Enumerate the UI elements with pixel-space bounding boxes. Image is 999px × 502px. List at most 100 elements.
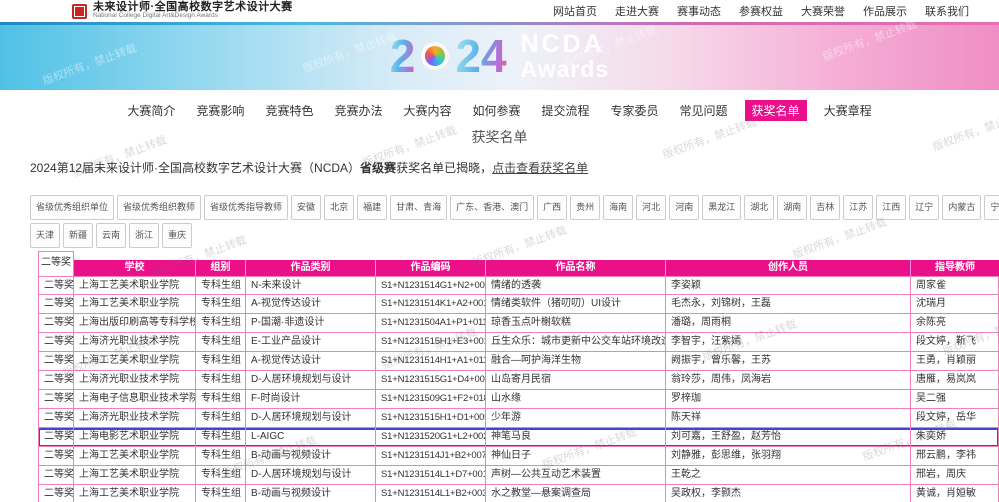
filter-tab[interactable]: 海南 xyxy=(603,195,633,220)
topnav-link[interactable]: 联系我们 xyxy=(925,3,969,19)
table-row[interactable]: 二等奖上海电影艺术职业学院专科生组L-AIGCS1+N1231520G1+L2+… xyxy=(38,428,999,447)
subnav-item[interactable]: 竞赛办法 xyxy=(330,100,386,121)
topnav-link[interactable]: 走进大赛 xyxy=(615,3,659,19)
cell-group: 专科生组 xyxy=(196,390,246,409)
topnav-link[interactable]: 作品展示 xyxy=(863,3,907,19)
cell-group: 专科生组 xyxy=(196,447,246,466)
subnav-item[interactable]: 提交流程 xyxy=(538,100,594,121)
table-row[interactable]: 二等奖上海工艺美术职业学院专科生组B-动画与视频设计S1+N1231514J1+… xyxy=(38,447,999,466)
cell-code: S1+N1231514L1+B2+003 xyxy=(376,485,486,502)
filter-tab[interactable]: 湖北 xyxy=(744,195,774,220)
filter-tab[interactable]: 重庆 xyxy=(162,223,192,248)
topnav-link[interactable]: 大赛荣誉 xyxy=(801,3,845,19)
filter-tab[interactable]: 甘肃、青海 xyxy=(390,195,447,220)
topnav-link[interactable]: 赛事动态 xyxy=(677,3,721,19)
table-row[interactable]: 二等奖上海工艺美术职业学院专科生组B-动画与视频设计S1+N1231514L1+… xyxy=(38,485,999,502)
cell-award: 二等奖 xyxy=(38,352,74,371)
cell-name: 山岛寄月民宿 xyxy=(486,371,666,390)
cell-school: 上海工艺美术职业学院 xyxy=(74,295,196,314)
subnav-item[interactable]: 获奖名单 xyxy=(745,100,807,121)
filter-tab[interactable]: 黑龙江 xyxy=(702,195,741,220)
announcement-bold: 省级赛 xyxy=(360,161,396,175)
cell-code: S1+N1231509G1+F2+018 xyxy=(376,390,486,409)
subnav-item[interactable]: 大赛内容 xyxy=(399,100,455,121)
filter-tab[interactable]: 省级优秀组织教师 xyxy=(117,195,201,220)
topnav-link[interactable]: 网站首页 xyxy=(553,3,597,19)
cell-advisor: 黄诚，肖姮敏 xyxy=(911,485,999,502)
banner-art: 2 24 NCDA Awards xyxy=(0,22,999,90)
cell-creators: 阙振宇，曾乐馨，王苏 xyxy=(666,352,911,371)
filter-tab[interactable]: 吉林 xyxy=(810,195,840,220)
cell-creators: 毛杰永，刘锦树，王磊 xyxy=(666,295,911,314)
cell-school: 上海工艺美术职业学院 xyxy=(74,447,196,466)
filter-tab[interactable]: 广东、香港、澳门 xyxy=(450,195,534,220)
announcement-middle: 获奖名单已揭晓， xyxy=(396,161,492,175)
filter-tab[interactable]: 省级优秀指导教师 xyxy=(204,195,288,220)
filter-tab[interactable]: 宁夏 xyxy=(984,195,999,220)
cell-creators: 李姿颖 xyxy=(666,276,911,295)
header-category: 作品类别 xyxy=(246,260,376,276)
subnav-item[interactable]: 常见问题 xyxy=(676,100,732,121)
cell-code: S1+N1231514L1+D7+001 xyxy=(376,466,486,485)
subnav-item[interactable]: 大赛简介 xyxy=(123,100,179,121)
subnav-item[interactable]: 如何参赛 xyxy=(468,100,524,121)
subnav-item[interactable]: 大赛章程 xyxy=(820,100,876,121)
cell-code: S1+N1231520G1+L2+002 xyxy=(376,428,486,447)
table-row[interactable]: 二等奖上海济光职业技术学院专科生组D-人居环境规划与设计S1+N1231515G… xyxy=(38,371,999,390)
filter-tab[interactable]: 新疆 xyxy=(63,223,93,248)
header-code: 作品编码 xyxy=(376,260,486,276)
table-row[interactable]: 二等奖上海工艺美术职业学院专科生组D-人居环境规划与设计S1+N1231514L… xyxy=(38,466,999,485)
announcement-prefix: 2024第12届未来设计师·全国高校数字艺术设计大赛（NCDA） xyxy=(30,161,360,175)
table-row[interactable]: 二等奖上海济光职业技术学院专科生组D-人居环境规划与设计S1+N1231515H… xyxy=(38,409,999,428)
header-creators: 创作人员 xyxy=(666,260,911,276)
filter-tab[interactable]: 河北 xyxy=(636,195,666,220)
filter-row1: 省级优秀组织单位省级优秀组织教师省级优秀指导教师安徽北京福建甘肃、青海广东、香港… xyxy=(30,195,995,220)
cell-award: 二等奖 xyxy=(38,276,74,295)
cell-award: 二等奖 xyxy=(38,295,74,314)
sub-nav: 大赛简介竞赛影响竞赛特色竞赛办法大赛内容如何参赛提交流程专家委员常见问题获奖名单… xyxy=(0,101,999,120)
filter-tab[interactable]: 广西 xyxy=(537,195,567,220)
filter-tab[interactable]: 江西 xyxy=(876,195,906,220)
header-advisor: 指导教师 xyxy=(911,260,999,276)
subnav-item[interactable]: 竞赛特色 xyxy=(261,100,317,121)
subnav-item[interactable]: 竞赛影响 xyxy=(192,100,248,121)
cell-creators: 罗梓珈 xyxy=(666,390,911,409)
filter-tab[interactable]: 贵州 xyxy=(570,195,600,220)
cell-category: A-视觉传达设计 xyxy=(246,295,376,314)
filter-tab[interactable]: 安徽 xyxy=(291,195,321,220)
table-row[interactable]: 二等奖上海工艺美术职业学院专科生组A-视觉传达设计S1+N1231514H1+A… xyxy=(38,352,999,371)
cell-group: 专科生组 xyxy=(196,295,246,314)
cell-name: 丘生众乐：城市更新中公交车站环境改造 xyxy=(486,333,666,352)
table-row[interactable]: 二等奖上海电子信息职业技术学院专科生组F-时尚设计S1+N1231509G1+F… xyxy=(38,390,999,409)
filter-tab[interactable]: 北京 xyxy=(324,195,354,220)
table-row[interactable]: 二等奖上海工艺美术职业学院专科生组A-视觉传达设计S1+N1231514K1+A… xyxy=(38,295,999,314)
cell-category: N-未来设计 xyxy=(246,276,376,295)
filter-tab[interactable]: 福建 xyxy=(357,195,387,220)
filter-tab[interactable]: 湖南 xyxy=(777,195,807,220)
filter-tab[interactable]: 河南 xyxy=(669,195,699,220)
cell-advisor: 邢岩，周庆 xyxy=(911,466,999,485)
cell-school: 上海工艺美术职业学院 xyxy=(74,485,196,502)
banner-subtitle: Awards xyxy=(521,57,610,81)
filter-tab[interactable]: 江苏 xyxy=(843,195,873,220)
ncda-logo-seal-icon xyxy=(72,4,87,19)
table-row[interactable]: 二等奖上海济光职业技术学院专科生组E-工业产品设计S1+N1231515H1+E… xyxy=(38,333,999,352)
cell-group: 专科生组 xyxy=(196,314,246,333)
filter-tab[interactable]: 内蒙古 xyxy=(942,195,981,220)
cell-creators: 李智宇，汪紫嫣 xyxy=(666,333,911,352)
cell-category: D-人居环境规划与设计 xyxy=(246,409,376,428)
filter-tab[interactable]: 云南 xyxy=(96,223,126,248)
cell-creators: 王乾之 xyxy=(666,466,911,485)
topnav-link[interactable]: 参赛权益 xyxy=(739,3,783,19)
filter-tab[interactable]: 浙江 xyxy=(129,223,159,248)
view-awards-link[interactable]: 点击查看获奖名单 xyxy=(492,161,588,175)
header-group: 组别 xyxy=(196,260,246,276)
filter-tab[interactable]: 辽宁 xyxy=(909,195,939,220)
banner-title: NCDA xyxy=(521,31,610,57)
subnav-item[interactable]: 专家委员 xyxy=(607,100,663,121)
cell-group: 专科生组 xyxy=(196,409,246,428)
table-row[interactable]: 二等奖上海工艺美术职业学院专科生组N-未来设计S1+N1231514G1+N2+… xyxy=(38,276,999,295)
filter-tab[interactable]: 省级优秀组织单位 xyxy=(30,195,114,220)
table-row[interactable]: 二等奖上海出版印刷高等专科学校专科生组P-国潮·非遗设计S1+N1231504A… xyxy=(38,314,999,333)
filter-tab[interactable]: 天津 xyxy=(30,223,60,248)
